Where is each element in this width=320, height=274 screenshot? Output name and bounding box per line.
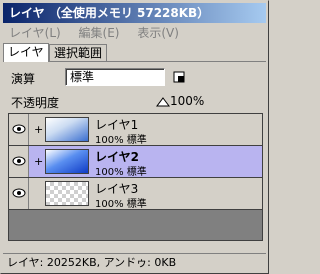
layer-opacity-mode: 100% 標準 xyxy=(95,167,147,178)
menu-edit[interactable]: 編集(E) xyxy=(79,24,120,42)
eye-icon xyxy=(12,156,26,166)
visibility-toggle[interactable] xyxy=(9,178,29,209)
visibility-toggle[interactable] xyxy=(9,146,29,177)
expand-toggle[interactable]: + xyxy=(34,123,43,136)
opacity-label: 不透明度 xyxy=(11,96,60,110)
layer-opacity-mode: 100% 標準 xyxy=(95,135,147,146)
menu-layer[interactable]: レイヤ(L) xyxy=(9,24,61,42)
layer-thumbnail xyxy=(45,181,89,206)
status-bar: レイヤ: 20252KB, アンドゥ: 0KB xyxy=(3,253,266,272)
opacity-value: 100% xyxy=(170,94,205,108)
tab-strip: レイヤ 選択範囲 xyxy=(3,43,266,62)
mode-label: 演算 xyxy=(11,72,36,86)
tab-layer[interactable]: レイヤ xyxy=(3,43,49,62)
layer-thumbnail xyxy=(45,117,89,142)
layer-list: + レイヤ1 100% 標準 + レイヤ2 100% 標準 レイヤ3 100% … xyxy=(8,113,263,241)
layer-thumbnail xyxy=(45,149,89,174)
tab-selection[interactable]: 選択範囲 xyxy=(49,44,108,62)
layer-row-3[interactable]: レイヤ3 100% 標準 xyxy=(9,178,262,210)
eye-icon xyxy=(12,188,26,198)
blend-mode-field[interactable]: 標準 xyxy=(65,68,165,86)
menu-view[interactable]: 表示(V) xyxy=(137,24,179,42)
visibility-toggle[interactable] xyxy=(9,114,29,145)
eye-icon xyxy=(12,124,26,134)
lock-icon[interactable] xyxy=(173,71,185,83)
expand-toggle[interactable]: + xyxy=(34,155,43,168)
layer-opacity-mode: 100% 標準 xyxy=(95,199,147,210)
window-title: レイヤ （全使用メモリ 57228KB） xyxy=(3,3,266,23)
layer-row-1[interactable]: + レイヤ1 100% 標準 xyxy=(9,114,262,146)
menu-bar: レイヤ(L) 編集(E) 表示(V) xyxy=(3,24,266,42)
opacity-slider[interactable] xyxy=(156,97,170,107)
layer-window: レイヤ （全使用メモリ 57228KB） レイヤ(L) 編集(E) 表示(V) … xyxy=(0,0,269,274)
layer-row-2[interactable]: + レイヤ2 100% 標準 xyxy=(9,146,262,178)
